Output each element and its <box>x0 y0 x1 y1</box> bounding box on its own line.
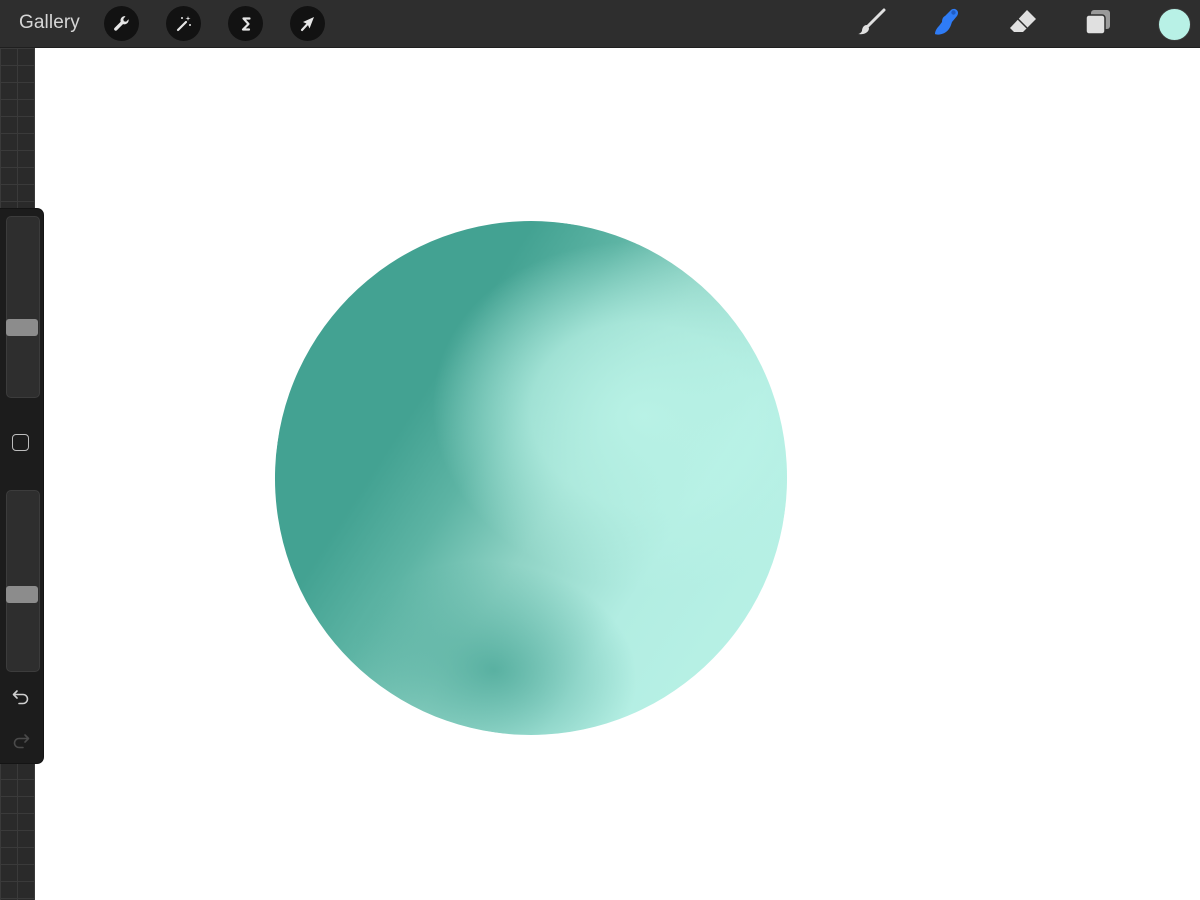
selection-s-icon <box>236 14 256 34</box>
smudge-tool-button[interactable] <box>929 6 965 42</box>
redo-button[interactable] <box>10 731 32 753</box>
eraser-icon <box>1006 5 1040 44</box>
undo-button[interactable] <box>10 687 32 709</box>
drawing-canvas[interactable] <box>35 48 1200 900</box>
square-modifier-icon[interactable] <box>12 434 29 451</box>
opacity-slider-thumb[interactable] <box>6 586 38 604</box>
layers-icon <box>1081 5 1115 44</box>
undo-icon <box>11 686 31 711</box>
smudge-finger-icon <box>930 5 964 44</box>
procreate-app: Gallery <box>0 0 1200 900</box>
color-picker-button[interactable] <box>1158 8 1191 41</box>
brush-size-slider[interactable] <box>6 216 40 398</box>
brush-icon <box>855 5 889 44</box>
layers-button[interactable] <box>1080 6 1116 42</box>
adjustments-button[interactable] <box>166 6 201 41</box>
magic-wand-icon <box>174 14 194 34</box>
gallery-button[interactable]: Gallery <box>19 12 80 34</box>
transform-button[interactable] <box>290 6 325 41</box>
eraser-tool-button[interactable] <box>1005 6 1041 42</box>
brush-size-slider-thumb[interactable] <box>6 318 38 336</box>
sidebar-panel <box>0 209 43 763</box>
painted-sphere <box>241 187 821 769</box>
selection-button[interactable] <box>228 6 263 41</box>
opacity-slider[interactable] <box>6 490 40 672</box>
redo-icon <box>11 730 31 755</box>
actions-button[interactable] <box>104 6 139 41</box>
brush-tool-button[interactable] <box>854 6 890 42</box>
arrow-cursor-icon <box>298 14 318 34</box>
top-toolbar: Gallery <box>0 0 1200 48</box>
wrench-icon <box>112 14 132 34</box>
